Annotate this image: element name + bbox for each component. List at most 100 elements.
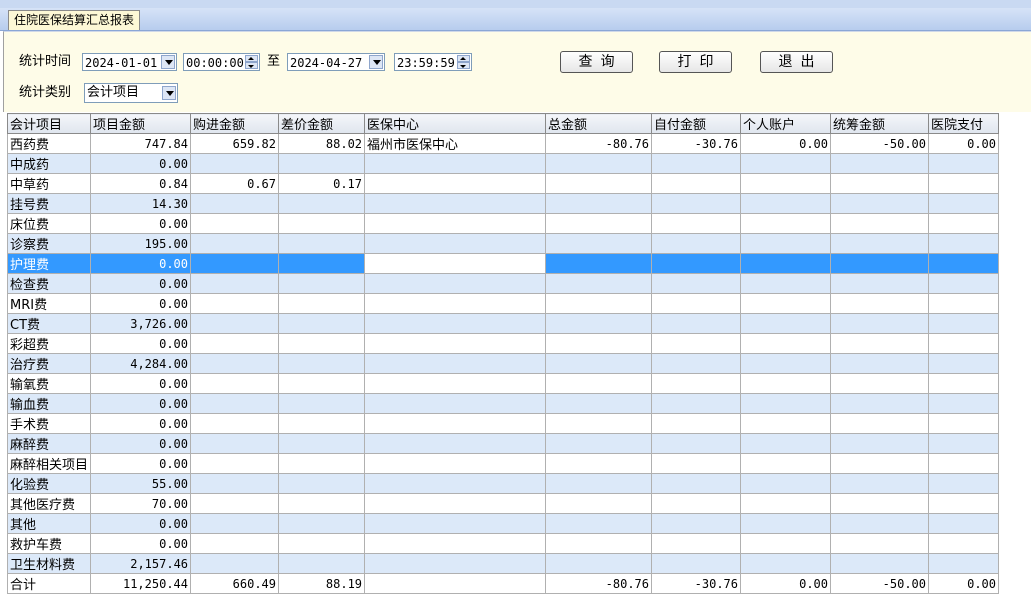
table-cell[interactable]	[928, 253, 1000, 274]
table-cell[interactable]	[545, 433, 653, 454]
table-cell[interactable]	[364, 473, 547, 494]
table-cell[interactable]	[278, 353, 366, 374]
table-cell[interactable]	[190, 233, 280, 254]
table-cell[interactable]	[928, 493, 1000, 514]
table-cell[interactable]	[364, 493, 547, 514]
table-cell[interactable]	[190, 253, 280, 274]
table-cell[interactable]	[740, 153, 832, 174]
table-cell[interactable]	[545, 253, 653, 274]
table-cell[interactable]	[545, 193, 653, 214]
table-cell[interactable]	[651, 193, 742, 214]
print-button[interactable]: 打印	[659, 51, 732, 73]
table-cell[interactable]	[278, 333, 366, 354]
table-cell[interactable]	[545, 313, 653, 334]
table-cell[interactable]: -80.76	[545, 133, 653, 154]
table-cell[interactable]	[190, 293, 280, 314]
table-cell[interactable]	[928, 433, 1000, 454]
table-cell[interactable]	[830, 213, 930, 234]
table-cell[interactable]	[278, 233, 366, 254]
table-cell[interactable]	[651, 393, 742, 414]
table-cell[interactable]	[740, 453, 832, 474]
table-cell[interactable]	[740, 373, 832, 394]
table-cell[interactable]	[364, 193, 547, 214]
table-cell[interactable]	[278, 153, 366, 174]
table-cell[interactable]	[364, 433, 547, 454]
table-cell[interactable]: 0.00	[90, 153, 192, 174]
chevron-down-icon[interactable]	[161, 55, 175, 69]
table-cell[interactable]: 护理费	[6, 253, 92, 274]
table-cell[interactable]	[364, 353, 547, 374]
table-cell[interactable]	[278, 193, 366, 214]
table-cell[interactable]	[190, 533, 280, 554]
table-cell[interactable]	[928, 273, 1000, 294]
table-cell[interactable]	[190, 453, 280, 474]
table-row[interactable]: 中成药 0.00	[6, 153, 1000, 174]
table-cell[interactable]	[830, 433, 930, 454]
table-row[interactable]: 彩超费 0.00	[6, 333, 1000, 354]
table-cell[interactable]	[545, 533, 653, 554]
table-cell[interactable]	[364, 373, 547, 394]
exit-button[interactable]: 退出	[760, 51, 833, 73]
table-cell[interactable]	[928, 373, 1000, 394]
table-cell[interactable]: 麻醉费	[6, 433, 92, 454]
table-cell[interactable]: 0.00	[90, 513, 192, 534]
table-cell[interactable]	[190, 193, 280, 214]
table-cell[interactable]	[278, 473, 366, 494]
table-cell[interactable]	[651, 513, 742, 534]
table-cell[interactable]	[278, 213, 366, 234]
table-cell[interactable]	[651, 373, 742, 394]
table-cell[interactable]	[278, 293, 366, 314]
table-cell[interactable]	[830, 413, 930, 434]
table-row[interactable]: 化验费 55.00	[6, 473, 1000, 494]
table-cell[interactable]	[740, 213, 832, 234]
table-cell[interactable]: 挂号费	[6, 193, 92, 214]
table-cell[interactable]: 0.00	[90, 533, 192, 554]
table-cell[interactable]: 0.00	[90, 413, 192, 434]
table-cell[interactable]	[190, 513, 280, 534]
table-cell[interactable]	[740, 533, 832, 554]
table-cell[interactable]	[830, 533, 930, 554]
table-row[interactable]: 西药费 747.84 659.82 88.02 福州市医保中心 -80.76 -30.76 0…	[6, 133, 1000, 154]
table-cell[interactable]	[364, 213, 547, 234]
table-cell[interactable]: 输血费	[6, 393, 92, 414]
table-cell[interactable]: 手术费	[6, 413, 92, 434]
table-cell[interactable]	[928, 553, 1000, 574]
table-cell[interactable]	[190, 493, 280, 514]
table-cell[interactable]: 合计	[6, 573, 92, 594]
table-cell[interactable]	[928, 353, 1000, 374]
table-cell[interactable]	[928, 193, 1000, 214]
table-row[interactable]: MRI费 0.00	[6, 293, 1000, 314]
table-cell[interactable]	[545, 453, 653, 474]
table-cell[interactable]	[928, 313, 1000, 334]
table-cell[interactable]	[190, 333, 280, 354]
table-cell[interactable]	[545, 273, 653, 294]
table-cell[interactable]: 检查费	[6, 273, 92, 294]
table-cell[interactable]: 14.30	[90, 193, 192, 214]
table-cell[interactable]	[190, 313, 280, 334]
spin-down-icon[interactable]	[457, 62, 470, 69]
table-cell[interactable]	[740, 493, 832, 514]
table-row[interactable]: 输氧费 0.00	[6, 373, 1000, 394]
table-cell[interactable]: 彩超费	[6, 333, 92, 354]
table-cell[interactable]	[545, 513, 653, 534]
table-cell[interactable]	[278, 493, 366, 514]
table-row[interactable]: 其他医疗费 70.00	[6, 493, 1000, 514]
table-cell[interactable]	[830, 233, 930, 254]
table-cell[interactable]: -50.00	[830, 573, 930, 594]
table-cell[interactable]: 70.00	[90, 493, 192, 514]
table-cell[interactable]: 3,726.00	[90, 313, 192, 334]
table-cell[interactable]: 治疗费	[6, 353, 92, 374]
column-header[interactable]: 项目金额	[90, 113, 192, 134]
table-cell[interactable]: 55.00	[90, 473, 192, 494]
table-cell[interactable]	[740, 333, 832, 354]
table-cell[interactable]	[928, 513, 1000, 534]
table-cell[interactable]	[830, 473, 930, 494]
table-cell[interactable]	[651, 293, 742, 314]
table-cell[interactable]	[830, 293, 930, 314]
table-cell[interactable]	[545, 353, 653, 374]
column-header[interactable]: 会计项目	[6, 113, 92, 134]
table-cell[interactable]: 0.00	[90, 453, 192, 474]
table-cell[interactable]: 0.00	[90, 213, 192, 234]
table-cell[interactable]	[928, 293, 1000, 314]
table-cell[interactable]	[830, 453, 930, 474]
